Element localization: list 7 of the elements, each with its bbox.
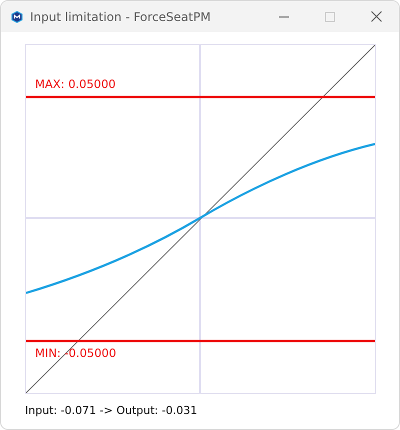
max-label: MAX: 0.05000 [35,77,116,91]
input-output-readout: Input: -0.071 -> Output: -0.031 [25,404,198,417]
min-label: MIN: -0.05000 [35,346,116,360]
maximize-icon [325,12,335,22]
app-logo-icon [11,10,23,22]
window-title: Input limitation - ForceSeatPM [30,10,212,24]
close-icon [370,11,382,22]
